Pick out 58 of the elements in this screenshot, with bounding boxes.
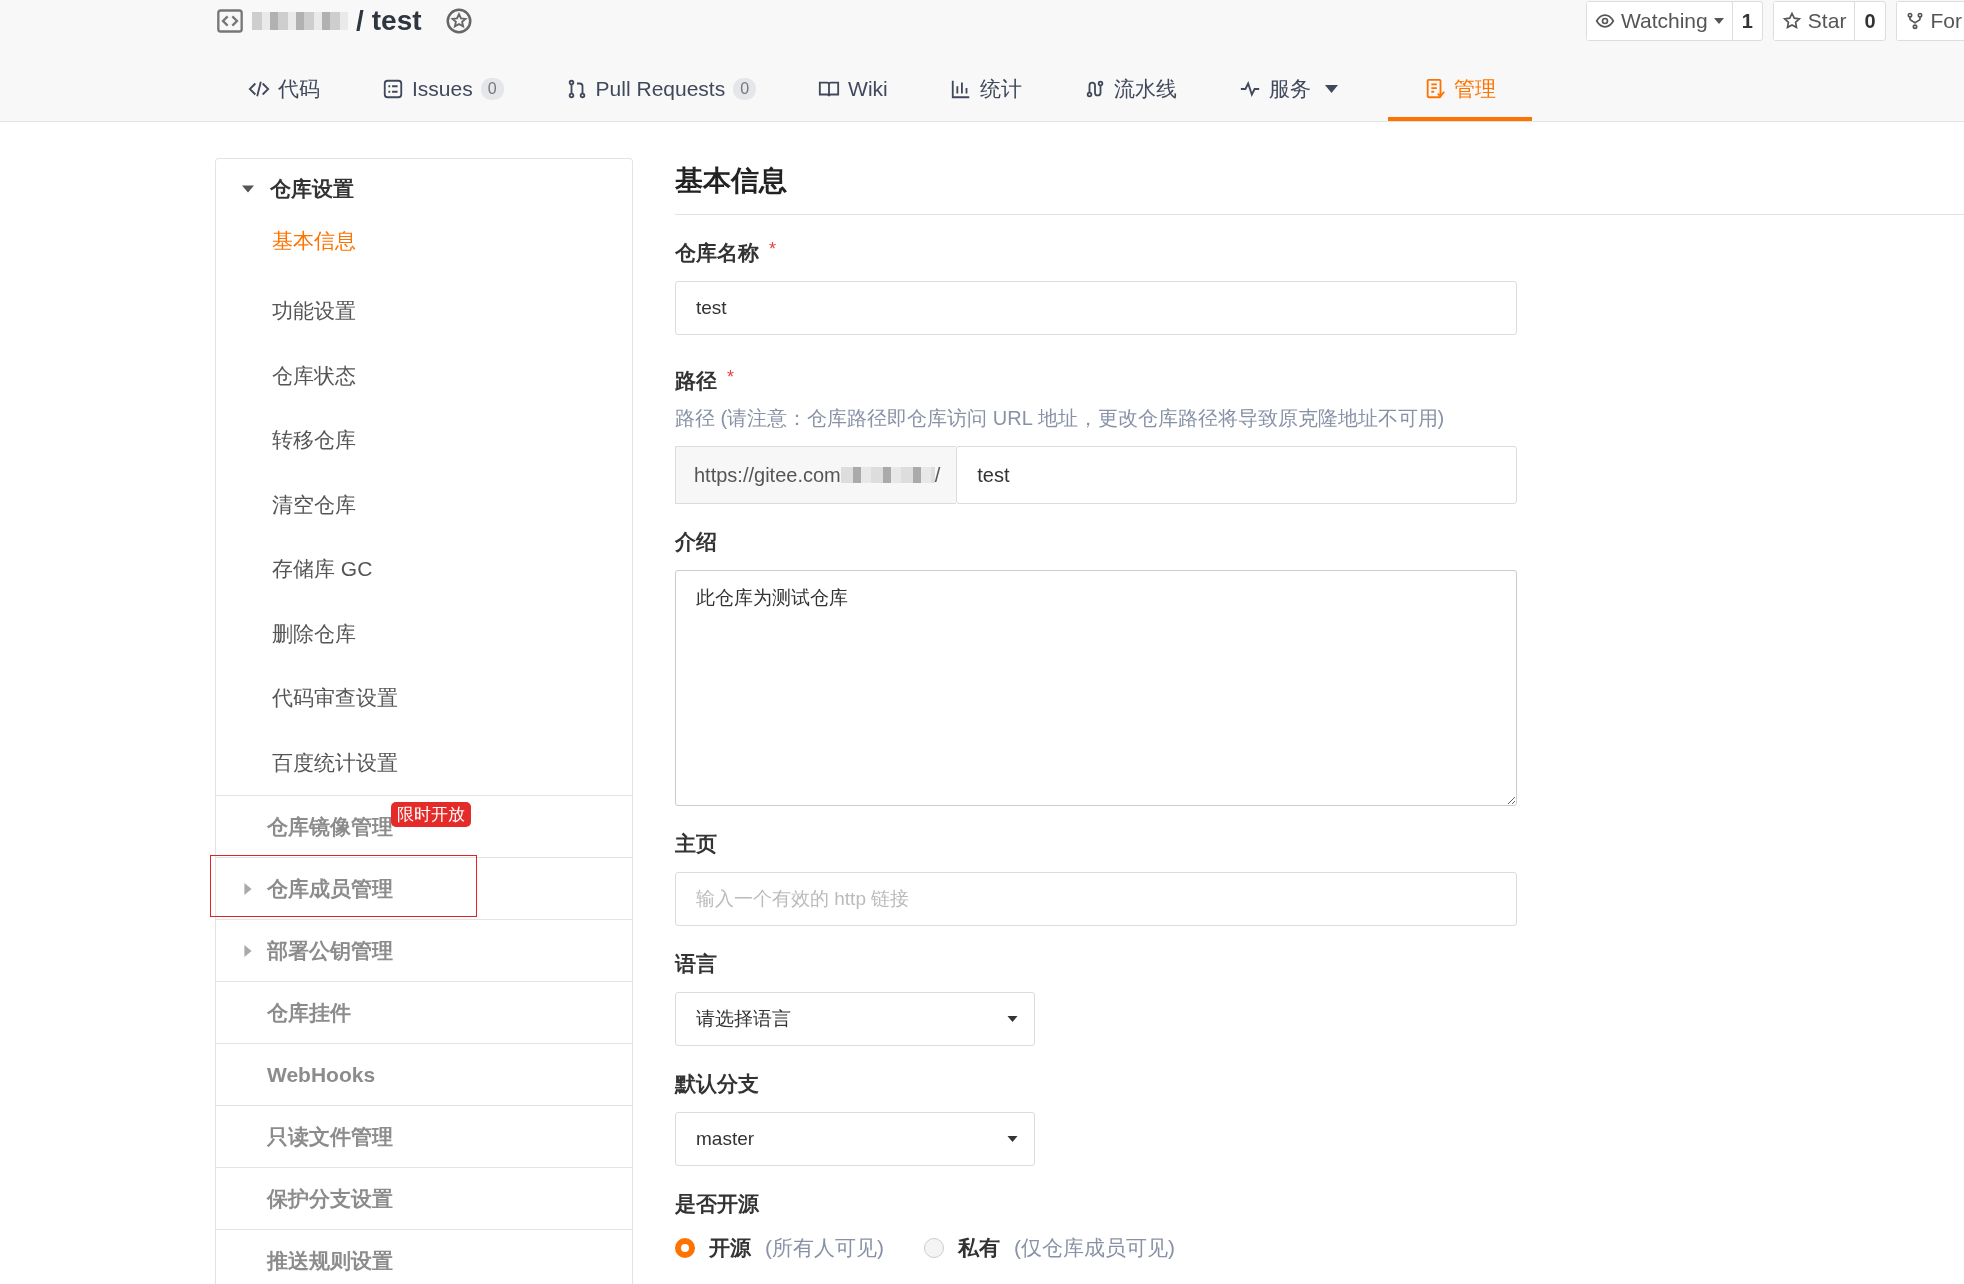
required-mark: *: [769, 239, 776, 261]
sidebar-group-header[interactable]: 仓库设置: [216, 159, 632, 219]
caret-icon: [242, 183, 254, 195]
language-select[interactable]: 请选择语言: [675, 992, 1035, 1046]
radio-button[interactable]: [675, 1238, 695, 1258]
path-hint: 路径 (请注意：仓库路径即仓库访问 URL 地址，更改仓库路径将导致原克隆地址不可用): [675, 406, 1446, 431]
nav-tab[interactable]: 流水线: [1071, 75, 1189, 121]
nav-tab[interactable]: 代码: [236, 75, 332, 121]
path-field[interactable]: test: [956, 446, 1517, 504]
nav-tab[interactable]: 统计: [937, 75, 1034, 121]
caret-icon: [1007, 1016, 1018, 1022]
field-label: 主页: [675, 831, 717, 857]
tab-count: 0: [480, 78, 504, 100]
radio-note: (仅仓库成员可见): [1014, 1235, 1175, 1261]
field-label: 是否开源: [675, 1191, 759, 1217]
repo-code-icon: [216, 7, 244, 35]
nav-tab[interactable]: Pull Requests 0: [553, 75, 769, 121]
tab-count: 0: [733, 78, 757, 100]
branch-select[interactable]: master: [675, 1112, 1035, 1166]
field-label: 仓库名称: [675, 240, 759, 266]
radio-note: (所有人可见): [765, 1235, 884, 1261]
homepage-field[interactable]: 输入一个有效的 http 链接: [675, 872, 1517, 926]
name-field[interactable]: test: [675, 281, 1517, 335]
description-field[interactable]: 此仓库为测试仓库: [675, 570, 1517, 806]
sidebar-item[interactable]: 代码审查设置: [216, 666, 632, 731]
radio-label[interactable]: 开源: [709, 1234, 751, 1262]
sidebar-item[interactable]: 转移仓库: [216, 408, 632, 473]
issues-icon: [382, 78, 404, 100]
caret-icon: [1713, 18, 1724, 24]
page-title: 基本信息: [675, 158, 1964, 215]
sidebar-item[interactable]: 删除仓库: [216, 601, 632, 666]
nav-tab[interactable]: Wiki: [806, 75, 900, 121]
radio-label[interactable]: 私有: [958, 1234, 1000, 1262]
sidebar-item[interactable]: 清空仓库: [216, 472, 632, 537]
stats-icon: [949, 78, 972, 100]
url-prefix-text: https://gitee.com: [694, 463, 841, 487]
field-label: 默认分支: [675, 1071, 759, 1097]
field-label: 语言: [675, 951, 717, 977]
url-slash: /: [934, 463, 941, 487]
eye-icon: [1594, 11, 1615, 31]
sidebar-item[interactable]: 存储库 GC: [216, 537, 632, 602]
radio-button[interactable]: [924, 1238, 944, 1258]
nav-tab[interactable]: 服务: [1226, 75, 1350, 121]
fork-button[interactable]: For: [1896, 2, 1964, 40]
caret-icon: [1007, 1136, 1018, 1142]
repo-name[interactable]: test: [371, 5, 422, 37]
repo-separator: /: [356, 5, 364, 37]
sidebar-item[interactable]: 功能设置: [216, 279, 632, 344]
star-icon: [1781, 11, 1802, 31]
field-label: 路径: [675, 368, 717, 394]
limited-badge: 限时开放: [391, 802, 471, 827]
watch-count: 1: [1731, 2, 1762, 40]
star-count: 0: [1854, 2, 1885, 40]
nav-tab[interactable]: Issues 0: [370, 75, 516, 121]
required-mark: *: [727, 367, 734, 389]
sidebar-item[interactable]: 百度统计设置: [216, 730, 632, 795]
sidebar-item[interactable]: 仓库状态: [216, 343, 632, 408]
field-label: 介绍: [675, 529, 717, 555]
